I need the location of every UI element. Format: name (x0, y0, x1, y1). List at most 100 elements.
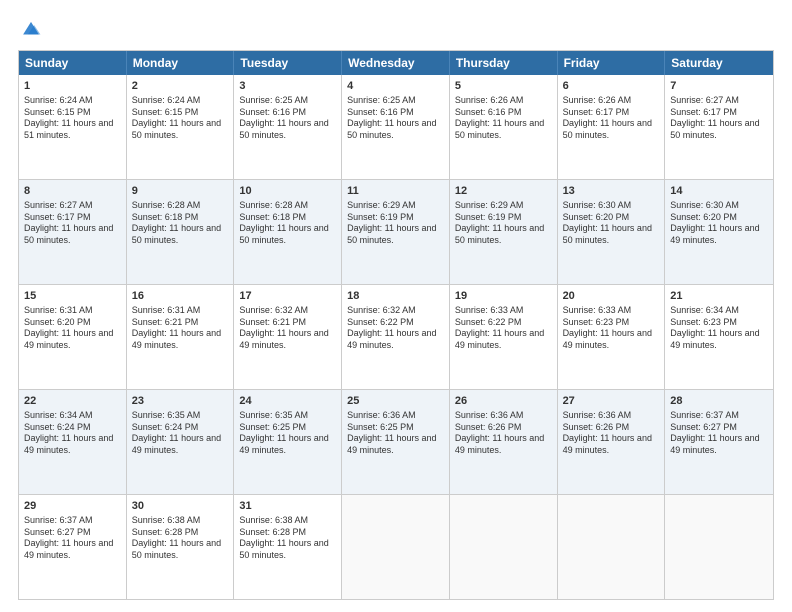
day-number: 25 (347, 394, 444, 409)
day-number: 8 (24, 184, 121, 199)
cell-info: Sunrise: 6:38 AM Sunset: 6:28 PM Dayligh… (132, 515, 229, 562)
calendar-cell-day-21: 21 Sunrise: 6:34 AM Sunset: 6:23 PM Dayl… (665, 285, 773, 389)
day-number: 2 (132, 79, 229, 94)
cell-info: Sunrise: 6:24 AM Sunset: 6:15 PM Dayligh… (132, 95, 229, 142)
cell-info: Sunrise: 6:26 AM Sunset: 6:17 PM Dayligh… (563, 95, 660, 142)
calendar-cell-empty (342, 495, 450, 599)
day-number: 5 (455, 79, 552, 94)
cell-info: Sunrise: 6:38 AM Sunset: 6:28 PM Dayligh… (239, 515, 336, 562)
header-day-tuesday: Tuesday (234, 51, 342, 75)
calendar-cell-empty (558, 495, 666, 599)
calendar-body: 1 Sunrise: 6:24 AM Sunset: 6:15 PM Dayli… (19, 75, 773, 599)
calendar-cell-day-14: 14 Sunrise: 6:30 AM Sunset: 6:20 PM Dayl… (665, 180, 773, 284)
day-number: 6 (563, 79, 660, 94)
header-day-sunday: Sunday (19, 51, 127, 75)
cell-info: Sunrise: 6:29 AM Sunset: 6:19 PM Dayligh… (455, 200, 552, 247)
calendar-cell-day-18: 18 Sunrise: 6:32 AM Sunset: 6:22 PM Dayl… (342, 285, 450, 389)
logo-icon (20, 18, 42, 40)
day-number: 4 (347, 79, 444, 94)
calendar-cell-day-9: 9 Sunrise: 6:28 AM Sunset: 6:18 PM Dayli… (127, 180, 235, 284)
day-number: 11 (347, 184, 444, 199)
calendar-cell-day-2: 2 Sunrise: 6:24 AM Sunset: 6:15 PM Dayli… (127, 75, 235, 179)
header (18, 18, 774, 40)
day-number: 17 (239, 289, 336, 304)
header-day-saturday: Saturday (665, 51, 773, 75)
cell-info: Sunrise: 6:31 AM Sunset: 6:20 PM Dayligh… (24, 305, 121, 352)
cell-info: Sunrise: 6:36 AM Sunset: 6:26 PM Dayligh… (455, 410, 552, 457)
cell-info: Sunrise: 6:27 AM Sunset: 6:17 PM Dayligh… (24, 200, 121, 247)
cell-info: Sunrise: 6:37 AM Sunset: 6:27 PM Dayligh… (670, 410, 768, 457)
cell-info: Sunrise: 6:36 AM Sunset: 6:26 PM Dayligh… (563, 410, 660, 457)
day-number: 26 (455, 394, 552, 409)
day-number: 3 (239, 79, 336, 94)
cell-info: Sunrise: 6:27 AM Sunset: 6:17 PM Dayligh… (670, 95, 768, 142)
cell-info: Sunrise: 6:34 AM Sunset: 6:23 PM Dayligh… (670, 305, 768, 352)
calendar-cell-day-16: 16 Sunrise: 6:31 AM Sunset: 6:21 PM Dayl… (127, 285, 235, 389)
header-day-monday: Monday (127, 51, 235, 75)
day-number: 24 (239, 394, 336, 409)
calendar-cell-day-20: 20 Sunrise: 6:33 AM Sunset: 6:23 PM Dayl… (558, 285, 666, 389)
calendar-row-2: 8 Sunrise: 6:27 AM Sunset: 6:17 PM Dayli… (19, 179, 773, 284)
day-number: 12 (455, 184, 552, 199)
day-number: 27 (563, 394, 660, 409)
cell-info: Sunrise: 6:30 AM Sunset: 6:20 PM Dayligh… (563, 200, 660, 247)
day-number: 9 (132, 184, 229, 199)
day-number: 7 (670, 79, 768, 94)
cell-info: Sunrise: 6:34 AM Sunset: 6:24 PM Dayligh… (24, 410, 121, 457)
day-number: 23 (132, 394, 229, 409)
calendar-cell-day-7: 7 Sunrise: 6:27 AM Sunset: 6:17 PM Dayli… (665, 75, 773, 179)
calendar-cell-day-27: 27 Sunrise: 6:36 AM Sunset: 6:26 PM Dayl… (558, 390, 666, 494)
cell-info: Sunrise: 6:35 AM Sunset: 6:24 PM Dayligh… (132, 410, 229, 457)
calendar-cell-day-19: 19 Sunrise: 6:33 AM Sunset: 6:22 PM Dayl… (450, 285, 558, 389)
header-day-friday: Friday (558, 51, 666, 75)
cell-info: Sunrise: 6:30 AM Sunset: 6:20 PM Dayligh… (670, 200, 768, 247)
calendar-cell-day-4: 4 Sunrise: 6:25 AM Sunset: 6:16 PM Dayli… (342, 75, 450, 179)
calendar-cell-day-12: 12 Sunrise: 6:29 AM Sunset: 6:19 PM Dayl… (450, 180, 558, 284)
cell-info: Sunrise: 6:25 AM Sunset: 6:16 PM Dayligh… (239, 95, 336, 142)
calendar-cell-day-24: 24 Sunrise: 6:35 AM Sunset: 6:25 PM Dayl… (234, 390, 342, 494)
day-number: 22 (24, 394, 121, 409)
page: SundayMondayTuesdayWednesdayThursdayFrid… (0, 0, 792, 612)
calendar: SundayMondayTuesdayWednesdayThursdayFrid… (18, 50, 774, 600)
cell-info: Sunrise: 6:24 AM Sunset: 6:15 PM Dayligh… (24, 95, 121, 142)
calendar-cell-day-26: 26 Sunrise: 6:36 AM Sunset: 6:26 PM Dayl… (450, 390, 558, 494)
header-day-wednesday: Wednesday (342, 51, 450, 75)
calendar-cell-day-25: 25 Sunrise: 6:36 AM Sunset: 6:25 PM Dayl… (342, 390, 450, 494)
calendar-cell-day-5: 5 Sunrise: 6:26 AM Sunset: 6:16 PM Dayli… (450, 75, 558, 179)
cell-info: Sunrise: 6:26 AM Sunset: 6:16 PM Dayligh… (455, 95, 552, 142)
logo (18, 18, 42, 40)
header-day-thursday: Thursday (450, 51, 558, 75)
day-number: 18 (347, 289, 444, 304)
calendar-row-3: 15 Sunrise: 6:31 AM Sunset: 6:20 PM Dayl… (19, 284, 773, 389)
day-number: 28 (670, 394, 768, 409)
cell-info: Sunrise: 6:33 AM Sunset: 6:22 PM Dayligh… (455, 305, 552, 352)
cell-info: Sunrise: 6:33 AM Sunset: 6:23 PM Dayligh… (563, 305, 660, 352)
cell-info: Sunrise: 6:32 AM Sunset: 6:21 PM Dayligh… (239, 305, 336, 352)
day-number: 13 (563, 184, 660, 199)
calendar-cell-day-31: 31 Sunrise: 6:38 AM Sunset: 6:28 PM Dayl… (234, 495, 342, 599)
cell-info: Sunrise: 6:25 AM Sunset: 6:16 PM Dayligh… (347, 95, 444, 142)
day-number: 20 (563, 289, 660, 304)
cell-info: Sunrise: 6:28 AM Sunset: 6:18 PM Dayligh… (132, 200, 229, 247)
calendar-cell-day-8: 8 Sunrise: 6:27 AM Sunset: 6:17 PM Dayli… (19, 180, 127, 284)
day-number: 19 (455, 289, 552, 304)
calendar-row-5: 29 Sunrise: 6:37 AM Sunset: 6:27 PM Dayl… (19, 494, 773, 599)
calendar-cell-day-6: 6 Sunrise: 6:26 AM Sunset: 6:17 PM Dayli… (558, 75, 666, 179)
day-number: 21 (670, 289, 768, 304)
calendar-cell-day-11: 11 Sunrise: 6:29 AM Sunset: 6:19 PM Dayl… (342, 180, 450, 284)
calendar-cell-empty (665, 495, 773, 599)
day-number: 14 (670, 184, 768, 199)
calendar-cell-day-22: 22 Sunrise: 6:34 AM Sunset: 6:24 PM Dayl… (19, 390, 127, 494)
calendar-cell-day-28: 28 Sunrise: 6:37 AM Sunset: 6:27 PM Dayl… (665, 390, 773, 494)
day-number: 31 (239, 499, 336, 514)
calendar-cell-day-29: 29 Sunrise: 6:37 AM Sunset: 6:27 PM Dayl… (19, 495, 127, 599)
calendar-cell-day-17: 17 Sunrise: 6:32 AM Sunset: 6:21 PM Dayl… (234, 285, 342, 389)
calendar-header: SundayMondayTuesdayWednesdayThursdayFrid… (19, 51, 773, 75)
cell-info: Sunrise: 6:36 AM Sunset: 6:25 PM Dayligh… (347, 410, 444, 457)
day-number: 15 (24, 289, 121, 304)
cell-info: Sunrise: 6:37 AM Sunset: 6:27 PM Dayligh… (24, 515, 121, 562)
day-number: 30 (132, 499, 229, 514)
calendar-cell-day-10: 10 Sunrise: 6:28 AM Sunset: 6:18 PM Dayl… (234, 180, 342, 284)
cell-info: Sunrise: 6:31 AM Sunset: 6:21 PM Dayligh… (132, 305, 229, 352)
calendar-cell-day-23: 23 Sunrise: 6:35 AM Sunset: 6:24 PM Dayl… (127, 390, 235, 494)
